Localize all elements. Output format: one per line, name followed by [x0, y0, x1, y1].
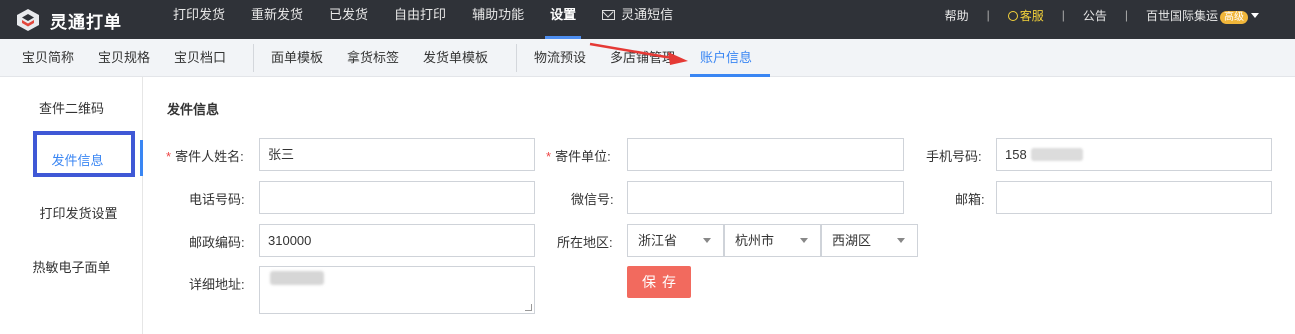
postcode-label: 邮政编码: — [189, 235, 245, 250]
top-nav: 打印发货 重新发货 已发货 自由打印 辅助功能 设置 灵通短信 — [160, 0, 686, 39]
mail-icon — [602, 10, 616, 20]
help-link[interactable]: 帮助 — [945, 7, 969, 24]
nav-shipped[interactable]: 已发货 — [316, 0, 381, 39]
annotation-highlight-box — [33, 131, 135, 177]
account-name: 百世国际集运 — [1145, 8, 1218, 23]
sidebar: 查件二维码 发件信息 打印发货设置 热敏电子面单 — [0, 77, 143, 334]
resize-handle-icon[interactable] — [525, 304, 532, 311]
province-select[interactable]: 浙江省 — [627, 224, 724, 257]
mobile-value: 158 — [1005, 147, 1027, 162]
dropdown-arrow-icon — [800, 238, 808, 243]
headset-icon — [1007, 10, 1018, 21]
divider: | — [1061, 8, 1065, 22]
province-value: 浙江省 — [638, 233, 678, 248]
sender-name-field[interactable]: 张三 — [259, 138, 535, 171]
nav-free-print[interactable]: 自由打印 — [381, 0, 459, 39]
redacted-mask — [270, 271, 324, 285]
tab-item-short-name[interactable]: 宝贝简称 — [22, 39, 74, 77]
tab-account-info[interactable]: 账户信息 — [700, 39, 752, 77]
save-button[interactable]: 保存 — [627, 266, 691, 298]
caret-down-icon — [1251, 12, 1259, 18]
active-sidebar-indicator — [140, 140, 143, 176]
divider — [253, 44, 254, 72]
section-title: 发件信息 — [167, 102, 220, 117]
top-right-links: 帮助 | 客服 | 公告 | 百世国际集运 高级 — [945, 0, 1259, 30]
sidebar-item-thermal-waybill[interactable]: 热敏电子面单 — [0, 257, 143, 276]
sender-company-label-text: 寄件单位: — [555, 149, 611, 164]
tab-item-stall[interactable]: 宝贝档口 — [174, 39, 226, 77]
nav-sms-label: 灵通短信 — [621, 7, 674, 22]
address-textarea[interactable] — [259, 266, 535, 314]
sub-nav: 宝贝简称 宝贝规格 宝贝档口 面单模板 拿货标签 发货单模板 物流预设 多店铺管… — [0, 39, 1295, 77]
nav-reship[interactable]: 重新发货 — [238, 0, 316, 39]
phone-label: 电话号码: — [189, 192, 245, 207]
email-field[interactable] — [996, 181, 1272, 214]
tab-logistics-preset[interactable]: 物流预设 — [534, 39, 586, 77]
wechat-field[interactable] — [627, 181, 904, 214]
tab-pickup-label[interactable]: 拿货标签 — [347, 39, 399, 77]
divider: | — [1124, 8, 1128, 22]
service-link[interactable]: 客服 — [1007, 7, 1044, 24]
sender-company-field[interactable] — [627, 138, 904, 171]
top-bar: 灵通打单 打印发货 重新发货 已发货 自由打印 辅助功能 设置 灵通短信 帮助 … — [0, 0, 1295, 39]
brand-name: 灵通打单 — [50, 13, 122, 32]
sender-name-label-text: 寄件人姓名: — [175, 149, 244, 164]
nav-print-ship[interactable]: 打印发货 — [160, 0, 238, 39]
postcode-field[interactable]: 310000 — [259, 224, 535, 257]
service-label: 客服 — [1019, 8, 1044, 23]
logo-icon — [17, 9, 39, 31]
required-mark: * — [546, 149, 552, 164]
nav-tools[interactable]: 辅助功能 — [459, 0, 537, 39]
mobile-field[interactable]: 158 — [996, 138, 1272, 171]
nav-settings[interactable]: 设置 — [537, 0, 589, 39]
sidebar-item-print-settings[interactable]: 打印发货设置 — [7, 203, 150, 222]
email-label: 邮箱: — [955, 192, 985, 207]
wechat-label: 微信号: — [571, 192, 614, 207]
divider: | — [986, 8, 990, 22]
district-select[interactable]: 西湖区 — [821, 224, 918, 257]
account-menu[interactable]: 百世国际集运 高级 — [1146, 7, 1259, 24]
tab-waybill-template[interactable]: 面单模板 — [271, 39, 323, 77]
sender-company-label: * 寄件单位: — [546, 146, 611, 165]
city-select[interactable]: 杭州市 — [724, 224, 821, 257]
required-mark: * — [166, 149, 172, 164]
tab-multi-store[interactable]: 多店铺管理 — [610, 39, 675, 77]
phone-field[interactable] — [259, 181, 535, 214]
district-value: 西湖区 — [832, 233, 872, 248]
sender-name-label: * 寄件人姓名: — [166, 146, 244, 165]
active-tab-indicator — [690, 74, 770, 77]
city-value: 杭州市 — [735, 233, 775, 248]
redacted-mask — [1030, 148, 1083, 161]
dropdown-arrow-icon — [897, 238, 905, 243]
nav-sms[interactable]: 灵通短信 — [589, 0, 686, 39]
region-label: 所在地区: — [557, 235, 613, 250]
level-badge: 高级 — [1220, 10, 1248, 24]
notice-link[interactable]: 公告 — [1083, 7, 1107, 24]
mobile-label: 手机号码: — [926, 149, 982, 164]
tab-invoice-template[interactable]: 发货单模板 — [423, 39, 488, 77]
dropdown-arrow-icon — [703, 238, 711, 243]
sidebar-item-qrcode[interactable]: 查件二维码 — [0, 98, 143, 117]
divider — [516, 44, 517, 72]
address-label: 详细地址: — [189, 277, 245, 292]
tab-item-spec[interactable]: 宝贝规格 — [98, 39, 150, 77]
